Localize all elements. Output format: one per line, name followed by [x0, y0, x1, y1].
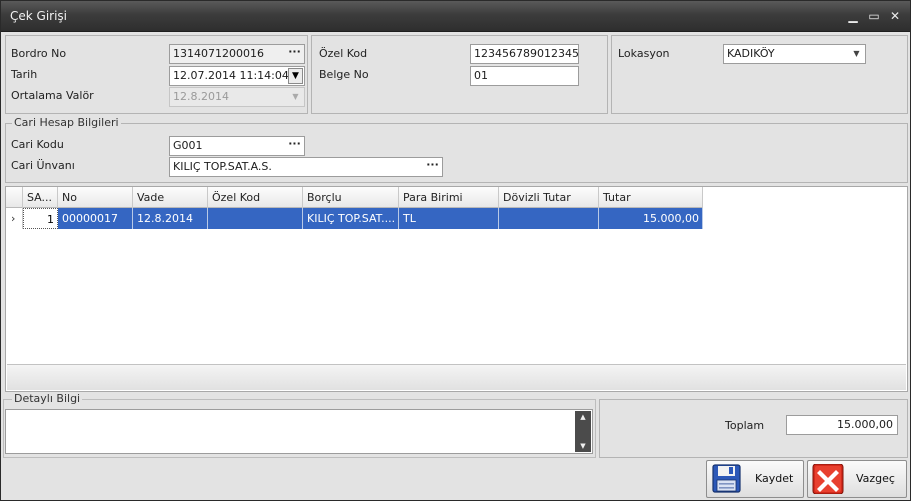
red-x-icon [812, 463, 844, 495]
toplam-value: 15.000,00 [837, 418, 893, 431]
belge-no-label: Belge No [319, 68, 369, 81]
cell-tutar[interactable]: 15.000,00 [599, 208, 703, 229]
toplam-label: Toplam [725, 419, 765, 432]
tarih-dropdown-arrow-icon[interactable]: ▼ [288, 68, 303, 84]
cell-vade[interactable]: 12.8.2014 [133, 208, 208, 229]
bordro-panel: Bordro No 1314071200016 ··· Tarih 12.07.… [5, 35, 308, 114]
cell-borclu[interactable]: KILIÇ TOP.SAT.... [303, 208, 399, 229]
title-bar[interactable]: Çek Girişi ▁ ▭ ✕ [1, 1, 910, 32]
tarih-label: Tarih [11, 68, 38, 81]
column-header-borclu[interactable]: Borçlu [303, 187, 399, 208]
ortalama-valor-field[interactable]: 12.8.2014 ▼ [169, 87, 305, 107]
column-header-vade[interactable]: Vade [133, 187, 208, 208]
belge-no-input[interactable]: 01 [470, 66, 579, 86]
cari-kodu-ellipsis-button[interactable]: ··· [286, 138, 303, 154]
cek-grid[interactable]: SA... No Vade Özel Kod Borçlu Para Birim… [5, 186, 908, 392]
scroll-down-icon[interactable]: ▼ [575, 442, 591, 450]
tarih-datetime-field[interactable]: 12.07.2014 11:14:04 ▼ [169, 66, 305, 86]
column-header-sira[interactable]: SA... [23, 187, 58, 208]
tarih-value: 12.07.2014 11:14:04 [173, 69, 289, 82]
minimize-icon[interactable]: ▁ [844, 8, 862, 24]
row-indicator-header [6, 187, 23, 208]
table-row[interactable]: › 1 00000017 12.8.2014 KILIÇ TOP.SAT....… [6, 208, 703, 229]
ozel-kod-value: 12345678901234567 [474, 47, 579, 60]
cell-no[interactable]: 00000017 [58, 208, 133, 229]
scroll-up-icon[interactable]: ▲ [575, 413, 591, 421]
detayli-bilgi-textarea[interactable]: ▲ ▼ [5, 409, 593, 454]
lokasyon-dropdown-icon[interactable]: ▼ [849, 46, 864, 62]
column-header-tutar[interactable]: Tutar [599, 187, 703, 208]
ortalama-valor-dropdown-icon[interactable]: ▼ [288, 89, 303, 105]
cari-kodu-value: G001 [173, 139, 203, 152]
window-title: Çek Girişi [10, 9, 68, 23]
cari-kodu-label: Cari Kodu [11, 138, 64, 151]
cari-unvani-ellipsis-button[interactable]: ··· [424, 159, 441, 175]
memo-scrollbar[interactable]: ▲ ▼ [575, 411, 591, 452]
bordro-no-value: 1314071200016 [173, 47, 264, 60]
bordro-no-label: Bordro No [11, 47, 67, 60]
detayli-bilgi-group-title: Detaylı Bilgi [12, 392, 83, 405]
bordro-no-ellipsis-button[interactable]: ··· [286, 46, 303, 62]
lokasyon-select[interactable]: KADIKÖY ▼ [723, 44, 866, 64]
grid-footer [7, 364, 906, 390]
lokasyon-value: KADIKÖY [727, 47, 775, 60]
lokasyon-label: Lokasyon [618, 47, 670, 60]
ortalama-valor-value: 12.8.2014 [173, 90, 229, 103]
lokasyon-panel: Lokasyon KADIKÖY ▼ [611, 35, 908, 114]
cell-sira[interactable]: 1 [23, 208, 58, 229]
toplam-panel: Toplam 15.000,00 [599, 399, 908, 458]
cari-unvani-field[interactable]: KILIÇ TOP.SAT.A.S. ··· [169, 157, 443, 177]
cek-girisi-window: Çek Girişi ▁ ▭ ✕ Bordro No 1314071200016… [0, 0, 911, 501]
row-indicator-icon: › [6, 208, 23, 229]
maximize-icon[interactable]: ▭ [865, 8, 883, 24]
cell-ozel-kod[interactable] [208, 208, 303, 229]
cell-dovizli-tutar[interactable] [499, 208, 599, 229]
column-header-no[interactable]: No [58, 187, 133, 208]
vazgec-button[interactable]: Vazgeç [807, 460, 907, 498]
kaydet-label: Kaydet [755, 472, 794, 485]
grid-header: SA... No Vade Özel Kod Borçlu Para Birim… [6, 187, 703, 208]
vazgec-label: Vazgeç [856, 472, 895, 485]
column-header-dovizli-tutar[interactable]: Dövizli Tutar [499, 187, 599, 208]
cari-hesap-group: Cari Hesap Bilgileri Cari Kodu G001 ··· … [5, 116, 908, 183]
belge-no-value: 01 [474, 69, 488, 82]
cari-unvani-value: KILIÇ TOP.SAT.A.S. [173, 160, 272, 173]
cari-unvani-label: Cari Ünvanı [11, 159, 75, 172]
floppy-disk-icon [711, 464, 743, 494]
bordro-no-field[interactable]: 1314071200016 ··· [169, 44, 305, 64]
column-header-para-birimi[interactable]: Para Birimi [399, 187, 499, 208]
ozel-kod-input[interactable]: 12345678901234567 [470, 44, 579, 64]
cari-hesap-group-title: Cari Hesap Bilgileri [12, 116, 121, 129]
cell-para-birimi[interactable]: TL [399, 208, 499, 229]
kaydet-button[interactable]: Kaydet [706, 460, 804, 498]
close-icon[interactable]: ✕ [886, 8, 904, 24]
ozel-kod-label: Özel Kod [319, 47, 368, 60]
ozel-kod-panel: Özel Kod 12345678901234567 Belge No 01 [311, 35, 608, 114]
column-header-ozel-kod[interactable]: Özel Kod [208, 187, 303, 208]
cari-kodu-field[interactable]: G001 ··· [169, 136, 305, 156]
ortalama-valor-label: Ortalama Valör [11, 89, 94, 102]
toplam-field[interactable]: 15.000,00 [786, 415, 898, 435]
